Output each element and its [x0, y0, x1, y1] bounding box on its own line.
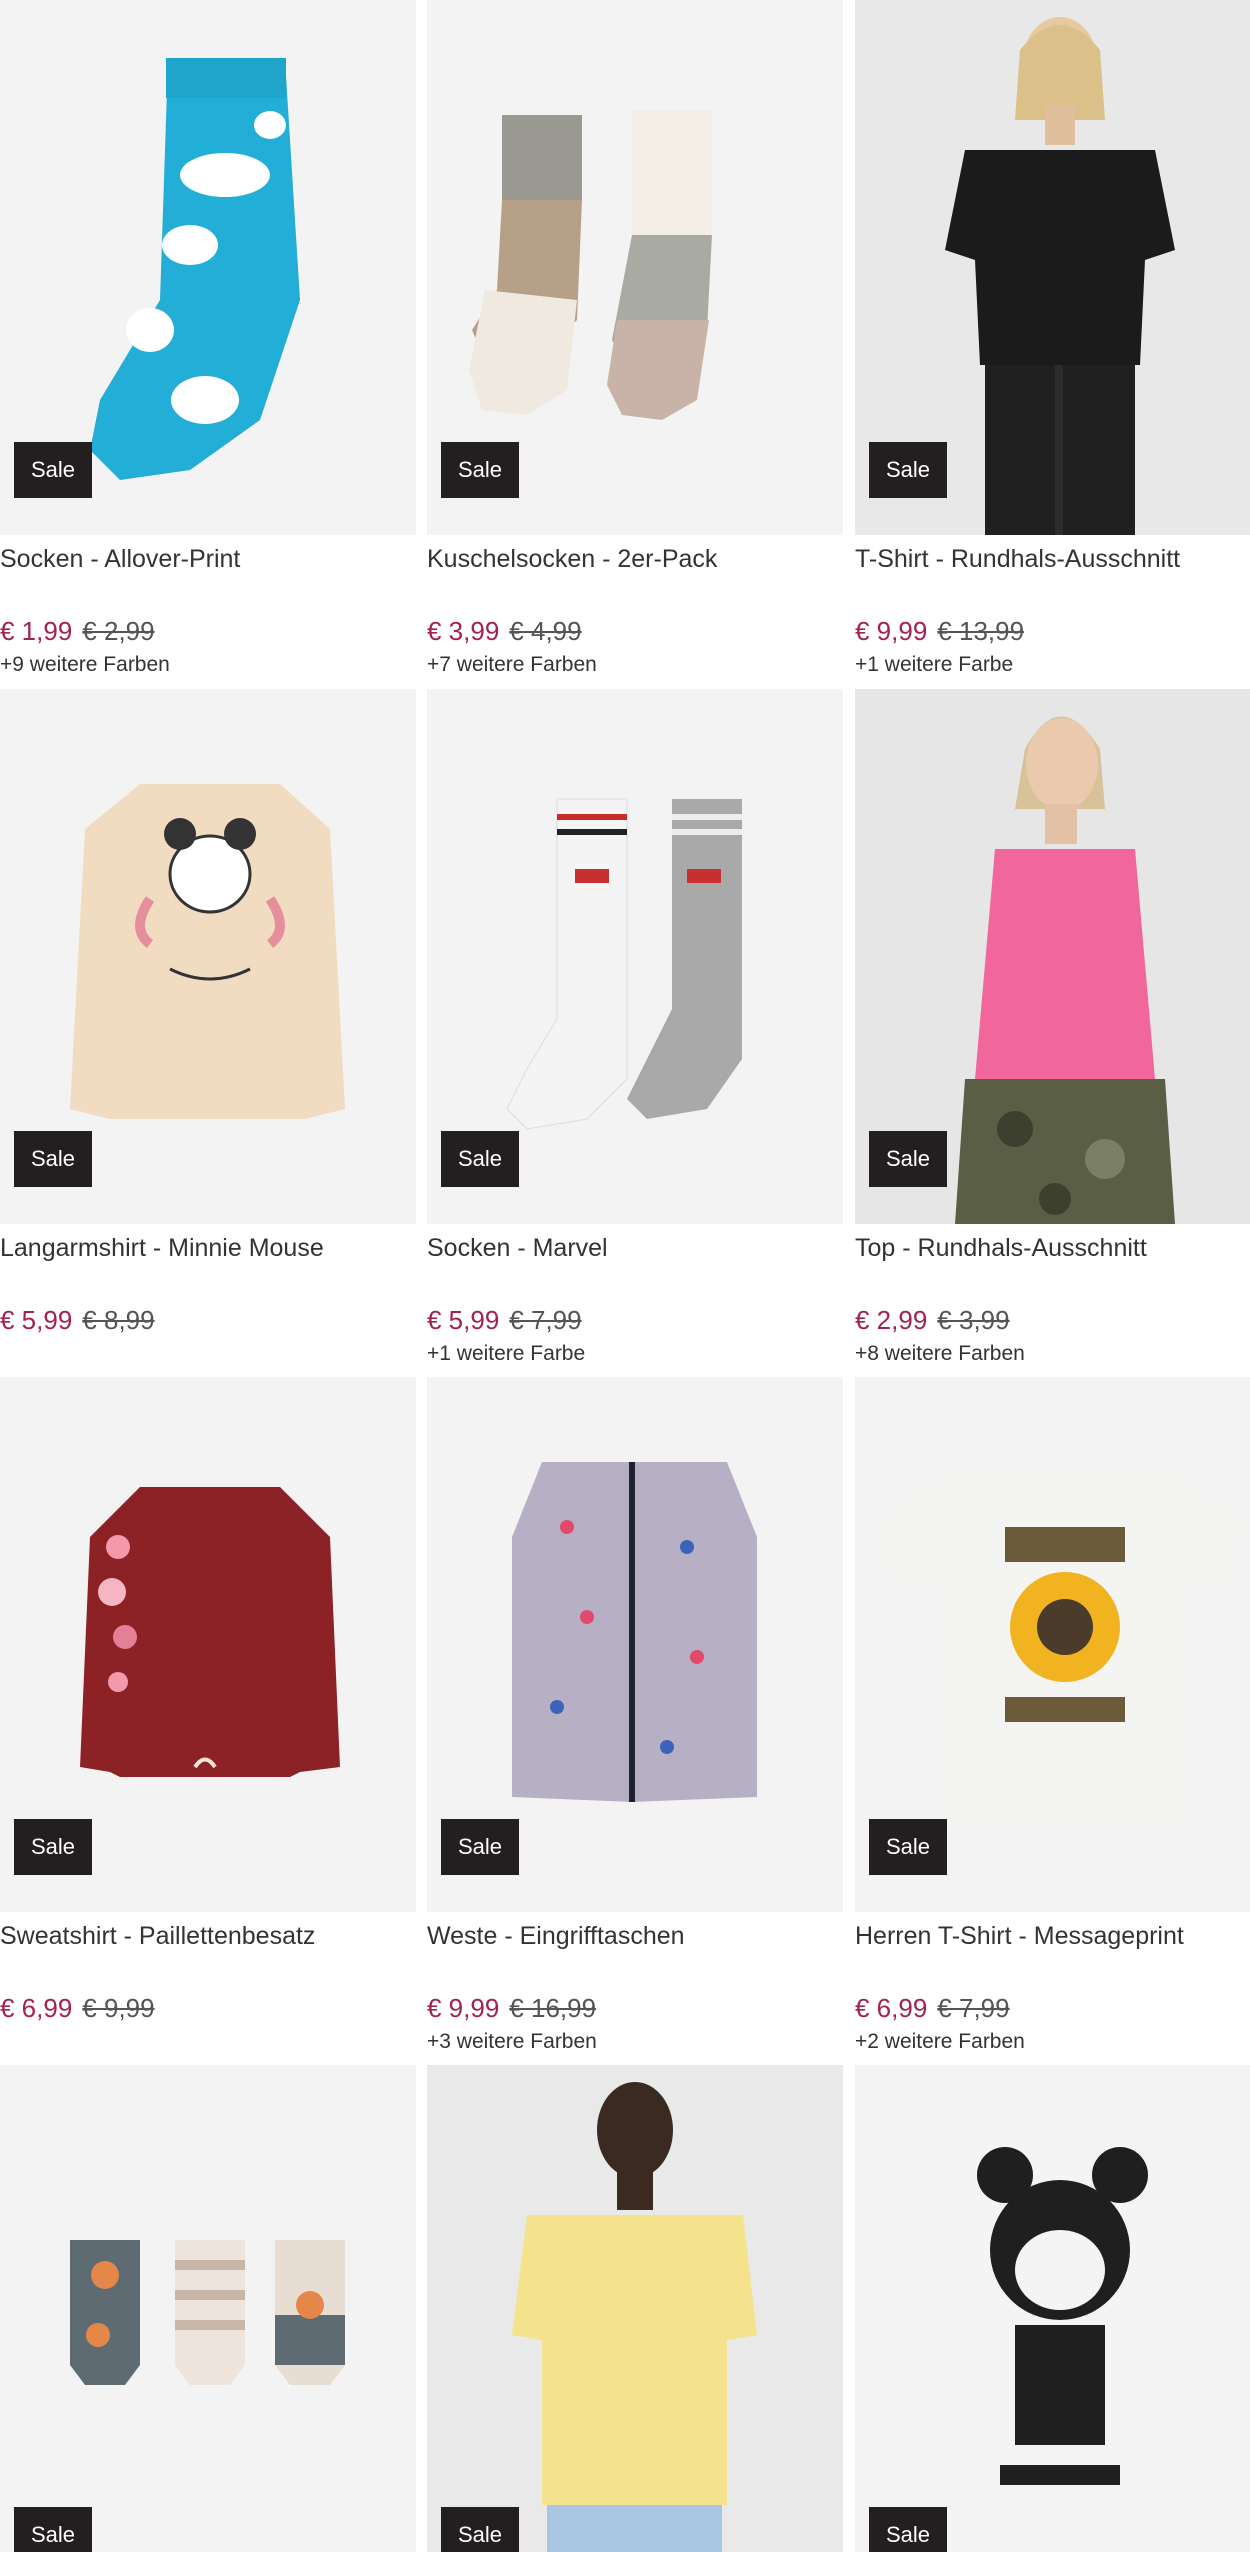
product-name[interactable]: Langarmshirt - Minnie Mouse: [0, 1230, 416, 1266]
product-image[interactable]: Sale: [427, 1377, 843, 1912]
sale-price: € 9,99: [855, 615, 928, 646]
sale-badge: Sale: [14, 2507, 92, 2552]
sale-price: € 6,99: [0, 1992, 73, 2023]
more-colors-link[interactable]: +2 weitere Farben: [855, 2030, 1025, 2054]
price-row: € 9,99 € 13,99: [855, 613, 1024, 649]
original-price: € 7,99: [937, 1992, 1010, 2023]
original-price: € 16,99: [509, 1992, 597, 2023]
product-image[interactable]: Sale: [855, 689, 1250, 1224]
product-image[interactable]: Sale: [427, 0, 843, 535]
product-grid: Sale Socken - Allover-Print € 1,99 € 2,9…: [0, 0, 1250, 2552]
price-row: € 5,99 € 8,99: [0, 1302, 155, 1338]
sale-badge: Sale: [14, 1819, 92, 1875]
product-image[interactable]: Sale: [427, 2065, 843, 2552]
product-image[interactable]: Sale: [0, 1377, 416, 1912]
sale-badge: Sale: [441, 442, 519, 498]
product-image[interactable]: Sale: [0, 689, 416, 1224]
socks-image: [70, 2240, 345, 2385]
sale-price: € 9,99: [427, 1992, 500, 2023]
price-row: € 6,99 € 7,99: [855, 1990, 1010, 2026]
sale-price: € 6,99: [855, 1992, 928, 2023]
price-row: € 3,99 € 4,99: [427, 613, 582, 649]
more-colors-link[interactable]: +1 weitere Farbe: [855, 653, 1013, 677]
product-name[interactable]: T-Shirt - Rundhals-Ausschnitt: [855, 541, 1250, 577]
original-price: € 8,99: [82, 1304, 155, 1335]
more-colors-link[interactable]: +1 weitere Farbe: [427, 1342, 585, 1366]
sale-badge: Sale: [869, 2507, 947, 2552]
original-price: € 7,99: [509, 1304, 582, 1335]
product-name[interactable]: Socken - Marvel: [427, 1230, 843, 1266]
product-name[interactable]: Socken - Allover-Print: [0, 541, 416, 577]
more-colors-link[interactable]: +8 weitere Farben: [855, 1342, 1025, 1366]
more-colors-link[interactable]: +7 weitere Farben: [427, 653, 597, 677]
original-price: € 9,99: [82, 1992, 155, 2023]
sale-badge: Sale: [441, 1819, 519, 1875]
sale-price: € 2,99: [855, 1304, 928, 1335]
product-image[interactable]: Sale: [0, 2065, 416, 2552]
sale-badge: Sale: [441, 1131, 519, 1187]
product-image[interactable]: Sale: [855, 2065, 1250, 2552]
product-name[interactable]: Sweatshirt - Paillettenbesatz: [0, 1918, 416, 1954]
original-price: € 13,99: [937, 615, 1025, 646]
price-row: € 2,99 € 3,99: [855, 1302, 1010, 1338]
original-price: € 3,99: [937, 1304, 1010, 1335]
product-name[interactable]: Top - Rundhals-Ausschnitt: [855, 1230, 1250, 1266]
sale-price: € 1,99: [0, 615, 73, 646]
sale-badge: Sale: [14, 1131, 92, 1187]
product-name[interactable]: Herren T-Shirt - Messageprint: [855, 1918, 1250, 1954]
model-image: [512, 2082, 757, 2552]
product-image[interactable]: Sale: [855, 0, 1250, 535]
sale-price: € 3,99: [427, 615, 500, 646]
sale-price: € 5,99: [0, 1304, 73, 1335]
sale-badge: Sale: [14, 442, 92, 498]
price-row: € 1,99 € 2,99: [0, 613, 155, 649]
sale-price: € 5,99: [427, 1304, 500, 1335]
product-image[interactable]: Sale: [427, 689, 843, 1224]
price-row: € 6,99 € 9,99: [0, 1990, 155, 2026]
product-name[interactable]: Weste - Eingrifftaschen: [427, 1918, 843, 1954]
more-colors-link[interactable]: +9 weitere Farben: [0, 653, 170, 677]
sale-badge: Sale: [869, 1819, 947, 1875]
product-name[interactable]: Kuschelsocken - 2er-Pack: [427, 541, 843, 577]
price-row: € 5,99 € 7,99: [427, 1302, 582, 1338]
product-image[interactable]: Sale: [855, 1377, 1250, 1912]
more-colors-link[interactable]: +3 weitere Farben: [427, 2030, 597, 2054]
sale-badge: Sale: [869, 1131, 947, 1187]
original-price: € 2,99: [82, 615, 155, 646]
original-price: € 4,99: [509, 615, 582, 646]
sale-badge: Sale: [441, 2507, 519, 2552]
price-row: € 9,99 € 16,99: [427, 1990, 596, 2026]
sale-badge: Sale: [869, 442, 947, 498]
tshirt-image: [880, 2120, 1240, 2552]
product-image[interactable]: Sale: [0, 0, 416, 535]
